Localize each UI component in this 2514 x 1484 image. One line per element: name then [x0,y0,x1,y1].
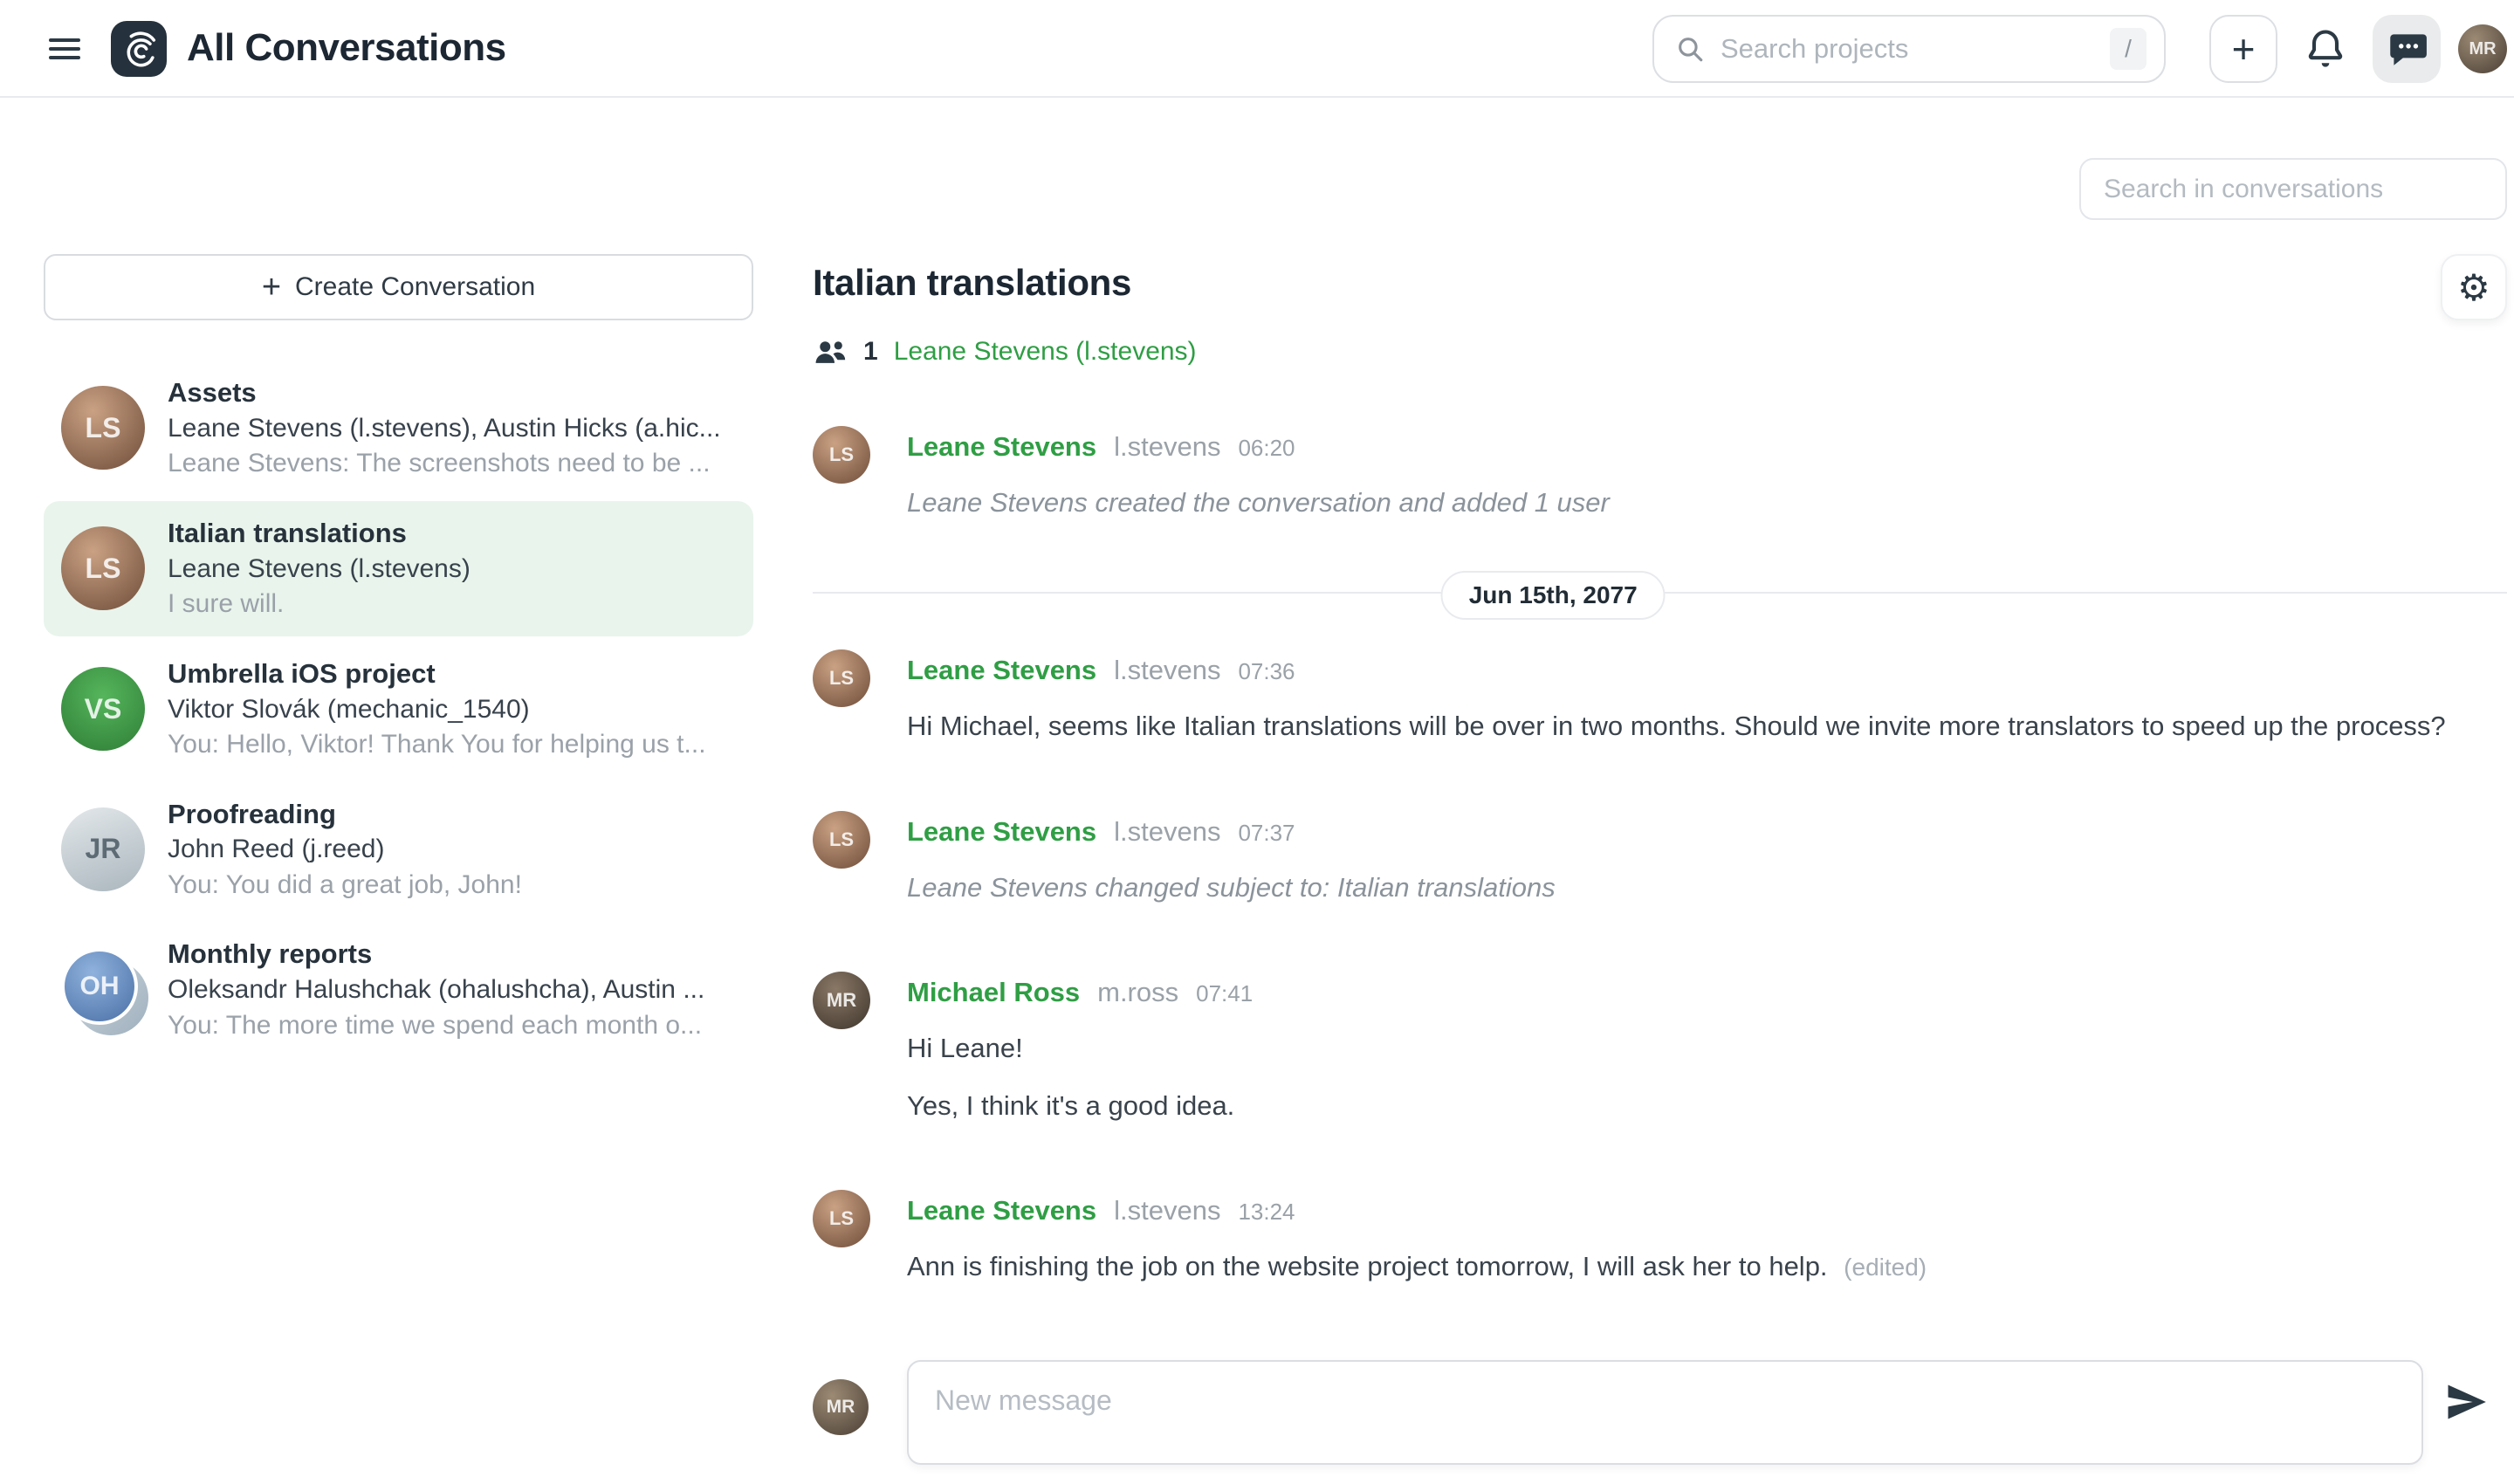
conversation-title: Monthly reports [168,936,704,972]
create-conversation-button[interactable]: + Create Conversation [44,254,753,320]
author-link[interactable]: Michael Ross [907,977,1080,1008]
author-link[interactable]: Leane Stevens [907,1195,1096,1226]
message-text: Hi Leane! Yes, I think it's a good idea. [907,1031,2507,1124]
conversation-title: Proofreading [168,796,522,833]
message-input[interactable] [907,1360,2423,1465]
bell-icon [2303,26,2348,72]
author-link[interactable]: Leane Stevens [907,816,1096,848]
avatar: LS [813,649,870,707]
conversation-participants: Viktor Slovák (mechanic_1540) [168,692,706,728]
conversation-participants: Leane Stevens (l.stevens), Austin Hicks … [168,411,721,447]
add-button[interactable]: + [2209,15,2277,83]
stacked-avatars: OH [61,948,145,1032]
avatar: LS [61,386,145,470]
author-username: l.stevens [1114,816,1220,848]
gear-icon: ⚙ [2457,266,2490,309]
conversation-preview: You: You did a great job, John! [168,868,522,903]
author-link[interactable]: Leane Stevens [907,655,1096,686]
message-line: Hi Leane! [907,1031,2507,1066]
edited-label: (edited) [1844,1254,1927,1281]
conversation-item-assets[interactable]: LS Assets Leane Stevens (l.stevens), Aus… [44,361,753,496]
conversation-participants: John Reed (j.reed) [168,832,522,868]
message-text: Leane Stevens created the conversation a… [907,485,2507,520]
message-system-subject: LS Leane Stevens l.stevens 07:37 Leane S… [813,816,2507,905]
message-text: Ann is finishing the job on the website … [907,1249,2507,1284]
conversation-participants: Leane Stevens (l.stevens) [168,552,471,587]
conversation-item-umbrella-ios-project[interactable]: VS Umbrella iOS project Viktor Slovák (m… [44,642,753,777]
plus-icon: + [262,271,281,304]
conversation-item-italian-translations[interactable]: LS Italian translations Leane Stevens (l… [44,501,753,636]
conversation-list: LS Assets Leane Stevens (l.stevens), Aus… [44,361,753,1057]
conversation-title: Italian translations [168,515,471,552]
avatar: LS [813,426,870,484]
logo-waves-icon [119,29,159,69]
conversation-settings-button[interactable]: ⚙ [2441,254,2507,320]
timestamp: 06:20 [1238,435,1295,462]
project-search-input[interactable] [1721,33,2110,65]
composer: MR [813,1360,2507,1465]
participant-link[interactable]: Leane Stevens (l.stevens) [894,337,1197,367]
author-username: l.stevens [1114,431,1220,463]
message: LS Leane Stevens l.stevens 13:24 Ann is … [813,1195,2507,1284]
timestamp: 07:36 [1238,658,1295,685]
notifications-button[interactable] [2291,15,2359,83]
message-list: LS Leane Stevens l.stevens 06:20 Leane S… [813,431,2507,1285]
avatar: OH [61,948,138,1025]
conversation-search-input[interactable] [2104,175,2483,204]
conversation-preview: You: The more time we spend each month o… [168,1008,704,1044]
date-pill: Jun 15th, 2077 [1441,571,1666,620]
conversation-title: Umbrella iOS project [168,656,706,692]
avatar: LS [813,811,870,869]
send-button[interactable] [2423,1379,2507,1425]
menu-icon[interactable] [49,33,84,66]
chat-panel: Italian translations ⚙ 1 Leane Stevens (… [813,262,2507,1484]
project-search: / [1652,15,2166,83]
participants-row: 1 Leane Stevens (l.stevens) [813,337,2507,367]
author-username: m.ross [1097,977,1178,1008]
plus-icon: + [2232,29,2256,69]
conversation-preview: Leane Stevens: The screenshots need to b… [168,446,721,482]
date-divider: Jun 15th, 2077 [813,592,2507,594]
conversation-search [2079,158,2507,220]
message-line: Yes, I think it's a good idea. [907,1089,2507,1123]
author-username: l.stevens [1114,1195,1220,1226]
message-line: Ann is finishing the job on the website … [907,1251,1828,1281]
timestamp: 13:24 [1238,1199,1295,1226]
chat-bubble-icon [2385,27,2428,71]
send-icon [2442,1379,2488,1425]
page-title: All Conversations [187,26,506,70]
author-link[interactable]: Leane Stevens [907,431,1096,463]
top-bar: All Conversations / + MR [0,0,2514,98]
search-icon [1675,34,1705,64]
conversation-preview: I sure will. [168,587,471,622]
timestamp: 07:41 [1196,980,1253,1007]
chat-title: Italian translations [813,262,2507,304]
conversation-sidebar: + Create Conversation LS Assets Leane St… [44,254,753,1057]
avatar: JR [61,807,145,891]
avatar: MR [813,972,870,1029]
message-text: Leane Stevens changed subject to: Italia… [907,870,2507,905]
avatar: LS [813,1190,870,1247]
conversation-item-monthly-reports[interactable]: OH Monthly reports Oleksandr Halushchak … [44,922,753,1057]
conversation-item-proofreading[interactable]: JR Proofreading John Reed (j.reed) You: … [44,782,753,917]
conversation-title: Assets [168,374,721,411]
timestamp: 07:37 [1238,820,1295,847]
conversation-participants: Oleksandr Halushchak (ohalushcha), Austi… [168,972,704,1008]
avatar: VS [61,667,145,751]
message-text: Hi Michael, seems like Italian translati… [907,709,2507,744]
search-shortcut-badge: / [2110,28,2147,70]
user-avatar[interactable]: MR [2458,24,2507,73]
author-username: l.stevens [1114,655,1220,686]
composer-avatar: MR [813,1379,869,1435]
conversations-button[interactable] [2373,15,2441,83]
participant-count: 1 [863,337,878,367]
create-conversation-label: Create Conversation [295,272,535,302]
message-system-created: LS Leane Stevens l.stevens 06:20 Leane S… [813,431,2507,520]
participants-icon [813,337,848,367]
message: MR Michael Ross m.ross 07:41 Hi Leane! Y… [813,977,2507,1124]
app-logo [111,21,167,77]
conversation-preview: You: Hello, Viktor! Thank You for helpin… [168,727,706,763]
message: LS Leane Stevens l.stevens 07:36 Hi Mich… [813,655,2507,744]
avatar: LS [61,526,145,610]
